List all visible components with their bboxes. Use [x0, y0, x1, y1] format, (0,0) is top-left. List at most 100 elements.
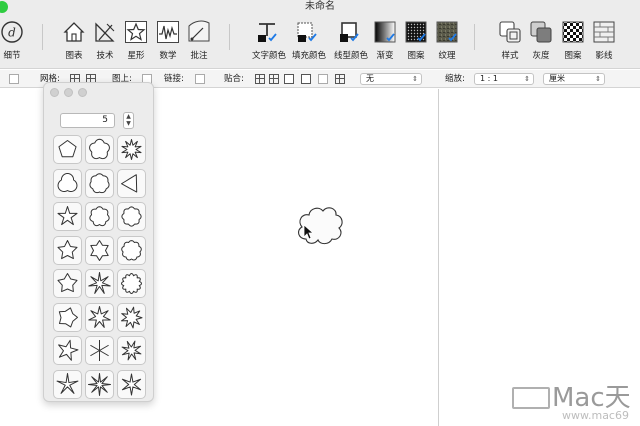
tool-style[interactable]: 样式 [495, 20, 525, 62]
snap-center-icon[interactable] [318, 74, 328, 84]
star-5-round-icon [56, 239, 78, 259]
snap-select-value: 无 [366, 74, 374, 83]
shape-button-flower-5[interactable] [84, 135, 114, 164]
tool-pattern[interactable]: 图案 [401, 20, 431, 62]
shape-button-thin-star-5[interactable] [52, 369, 82, 399]
shape-button-sun-burst[interactable] [116, 135, 146, 164]
thin-star-5-icon [56, 372, 78, 394]
checker-pattern-icon [562, 21, 584, 43]
technical-tools-icon [95, 22, 115, 42]
tool-label: 图案 [407, 51, 425, 61]
shape-palette-panel: 5 ▲ ▼ [43, 82, 154, 402]
tool-chart[interactable]: 图表 [59, 20, 89, 62]
snap-quad-icon[interactable] [335, 74, 345, 84]
main-toolbar: d 细节 图表 技术 星形 数学 批注 文字颜色 填充颜色 线型颜色 渐变 图案… [0, 14, 640, 69]
line-color-icon [340, 22, 359, 42]
snap-select[interactable]: 无 ⇕ [360, 73, 422, 85]
triskelion-icon [120, 173, 137, 193]
shape-button-pentagon[interactable] [52, 135, 82, 164]
tool-texture[interactable]: 纹理 [432, 20, 462, 62]
shape-button-heptagon-round[interactable] [84, 168, 114, 198]
shape-button-star-7-thin[interactable] [84, 269, 114, 298]
shape-button-star-5-round[interactable] [52, 235, 82, 265]
tool-label: 填充颜色 [292, 51, 327, 61]
tool-annotation[interactable]: 批注 [184, 20, 214, 62]
snap-object-icon[interactable] [301, 74, 311, 84]
hatch-icon [593, 21, 615, 43]
star-7-thin-icon [87, 272, 111, 294]
star-shape-icon [125, 21, 147, 43]
shape-button-spoke-star[interactable] [84, 336, 114, 365]
text-color-icon [258, 23, 277, 42]
grayscale-icon [530, 21, 552, 43]
tool-fill-color[interactable]: 填充颜色 [292, 20, 327, 62]
panel-minimize-button[interactable] [64, 88, 73, 97]
select-arrows-icon: ⇕ [595, 75, 601, 83]
tool-label: 灰度 [532, 51, 550, 61]
snap-label: 贴合: [224, 74, 244, 84]
watermark-url: www.mac69 [562, 409, 629, 422]
shape-button-flower-7[interactable] [84, 202, 114, 231]
snap-grid-icon[interactable] [255, 74, 265, 84]
tool-label: 纹理 [438, 51, 456, 61]
link-checkbox[interactable] [195, 74, 205, 84]
points-count-input[interactable]: 5 [60, 113, 115, 128]
tool-star[interactable]: 星形 [121, 20, 151, 62]
shape-button-sun-scallop[interactable] [116, 269, 146, 298]
shape-button-cloud-8[interactable] [116, 202, 146, 231]
tool-label: 图表 [65, 51, 83, 61]
shape-button-triskelion[interactable] [116, 168, 146, 198]
shape-button-swirl-fan[interactable] [116, 302, 146, 332]
tool-label: 数学 [159, 51, 177, 61]
trefoil-round-icon [57, 172, 77, 192]
snap-fine-grid-icon[interactable] [269, 74, 279, 84]
tool-hatch[interactable]: 影线 [589, 20, 619, 62]
shape-button-pentagram[interactable] [52, 202, 82, 231]
cloud-shape[interactable] [292, 199, 348, 251]
tool-detail[interactable]: d 细节 [0, 20, 27, 62]
select-arrows-icon: ⇕ [412, 75, 418, 83]
laptop-icon [512, 387, 550, 409]
shape-button-asterisk-8[interactable] [84, 369, 114, 399]
shape-button-leaf-star[interactable] [84, 302, 114, 332]
shape-button-star-6-soft[interactable] [84, 235, 114, 265]
tool-grayscale[interactable]: 灰度 [526, 20, 556, 62]
points-stepper[interactable]: ▲ ▼ [123, 112, 134, 129]
window-title: 未命名 [305, 1, 335, 12]
sun-scallop-icon [120, 273, 142, 294]
detail-icon: d [1, 21, 23, 43]
unit-select[interactable]: 厘米 ⇕ [543, 73, 605, 85]
snap-link-icon[interactable] [284, 74, 294, 84]
shape-button-star-5-fat[interactable] [52, 269, 82, 298]
tool-label: 影线 [595, 51, 613, 61]
shape-button-pinwheel-5[interactable] [52, 302, 82, 332]
tool-text-color[interactable]: 文字颜色 [252, 20, 286, 62]
house-chart-icon [63, 22, 85, 42]
svg-text:d: d [8, 26, 16, 40]
toolbar-divider [42, 24, 43, 50]
link-label: 链接: [164, 74, 184, 84]
shape-button-gear-9[interactable] [116, 235, 146, 265]
asterisk-flower-icon [121, 373, 141, 395]
toolbar-divider [474, 24, 475, 50]
tool-label: 技术 [96, 51, 114, 61]
options-toggle[interactable] [9, 74, 19, 84]
pentagon-icon [57, 140, 77, 158]
zoom-select[interactable]: 1 : 1 ⇕ [474, 73, 534, 85]
tool-checker-pattern[interactable]: 图案 [558, 20, 588, 62]
panel-zoom-button[interactable] [78, 88, 87, 97]
asterisk-8-icon [87, 372, 111, 396]
tool-gradient[interactable]: 渐变 [370, 20, 400, 62]
tool-label: 样式 [501, 51, 519, 61]
tool-line-color[interactable]: 线型颜色 [334, 20, 368, 62]
shape-button-spiral-shell[interactable] [116, 336, 146, 365]
panel-close-button[interactable] [50, 88, 59, 97]
tool-math[interactable]: 数学 [153, 20, 183, 62]
math-function-icon [157, 21, 179, 43]
tool-technical[interactable]: 技术 [90, 20, 120, 62]
shape-button-propeller-5[interactable] [52, 336, 82, 365]
sun-burst-icon [120, 139, 142, 160]
shape-button-asterisk-flower[interactable] [116, 369, 146, 399]
mouse-cursor-icon [303, 224, 315, 240]
shape-button-trefoil-round[interactable] [52, 168, 82, 198]
